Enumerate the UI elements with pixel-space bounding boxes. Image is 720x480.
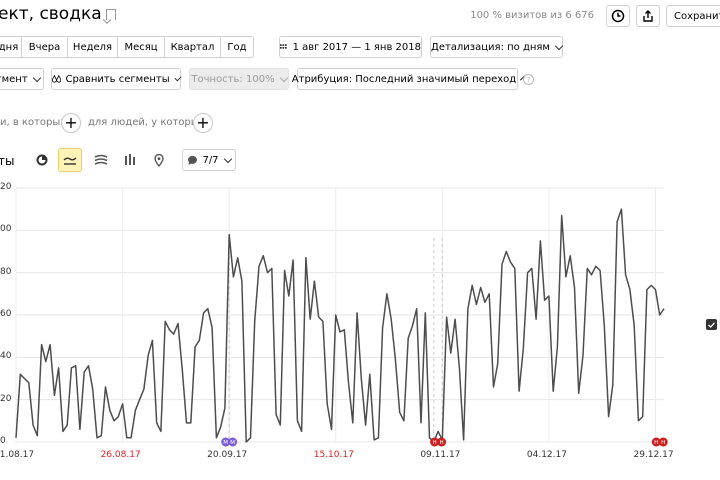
- annotation-marker-label: H: [439, 440, 443, 446]
- period-tab[interactable]: дня: [0, 36, 22, 58]
- annotation-marker[interactable]: H: [437, 437, 447, 447]
- x-tick-label: 15.10.17: [313, 450, 354, 460]
- segment-label: гмент: [0, 73, 28, 85]
- attribution-label: Атрибуция: Последний значимый переход: [291, 73, 517, 85]
- detail-dropdown[interactable]: Детализация: по дням: [430, 36, 564, 58]
- calendar-icon: [280, 44, 287, 49]
- y-tick-label: 60: [0, 309, 12, 319]
- chevron-down-icon: [32, 73, 41, 82]
- metrics-count: 7/7: [202, 154, 219, 166]
- chevron-down-icon: [554, 41, 564, 50]
- export-button[interactable]: [636, 5, 660, 27]
- annotation-marker-label: M: [230, 440, 235, 446]
- add-visit-filter-button[interactable]: +: [61, 113, 81, 133]
- attribution-dropdown[interactable]: Атрибуция: Последний значимый переход: [292, 68, 526, 90]
- map-chart-tab[interactable]: [147, 148, 171, 172]
- chevron-down-icon: [279, 73, 288, 82]
- accuracy-label: Точность: 100%: [191, 73, 275, 85]
- checkmark-icon: [708, 321, 715, 328]
- bar-chart-tab[interactable]: [118, 148, 142, 172]
- line-chart-tab[interactable]: [58, 148, 82, 172]
- chevron-down-icon: [223, 154, 232, 163]
- pie-chart-tab[interactable]: [30, 148, 54, 172]
- date-range-label: 1 авг 2017 — 1 янв 2018: [292, 41, 421, 53]
- add-people-filter-button[interactable]: +: [193, 113, 213, 133]
- detail-label: Детализация: по дням: [431, 41, 550, 53]
- history-button[interactable]: [606, 5, 630, 27]
- x-tick-label: 04.12.17: [526, 450, 567, 460]
- y-tick-label: 0: [0, 436, 6, 446]
- visits-line-chart: MMHHHH: [15, 187, 668, 447]
- y-tick-label: 20: [0, 182, 12, 192]
- compare-label: Сравнить сегменты: [65, 73, 170, 85]
- chart-title: ты: [0, 154, 15, 168]
- bar-chart-icon: [125, 154, 135, 165]
- series-checkbox[interactable]: [706, 319, 717, 330]
- period-tab[interactable]: Вчера: [22, 36, 68, 58]
- period-tab[interactable]: Год: [221, 36, 254, 58]
- period-tab[interactable]: Квартал: [165, 36, 221, 58]
- chevron-down-icon: [174, 73, 182, 82]
- x-tick-label: 01.08.17: [0, 450, 35, 460]
- clock-icon: [611, 9, 625, 23]
- filter-visits-text: и, в которых: [0, 117, 67, 128]
- line-chart-icon: [63, 157, 77, 165]
- segments-icon: [52, 74, 62, 83]
- area-chart-tab[interactable]: [89, 148, 113, 172]
- x-tick-label: 09.11.17: [420, 450, 461, 460]
- filter-people-text: для людей, у которых: [88, 117, 205, 128]
- period-tab[interactable]: Неделя: [68, 36, 118, 58]
- area-chart-icon: [94, 154, 108, 165]
- compare-segments-dropdown[interactable]: Сравнить сегменты: [51, 68, 182, 90]
- page-title: ект, сводка: [0, 4, 102, 24]
- visits-summary: 100 % визитов из 6 676: [470, 10, 594, 21]
- date-range-button[interactable]: 1 авг 2017 — 1 янв 2018: [279, 36, 422, 58]
- y-tick-label: 40: [0, 351, 12, 362]
- annotation-marker-label: H: [432, 440, 436, 446]
- y-tick-label: 20: [0, 393, 12, 404]
- annotation-marker[interactable]: M: [228, 437, 238, 447]
- x-tick-label: 26.08.17: [100, 450, 141, 460]
- map-pin-icon: [154, 153, 164, 167]
- period-tab[interactable]: Месяц: [118, 36, 165, 58]
- annotation-marker-label: H: [654, 440, 658, 446]
- annotation-marker-label: H: [661, 440, 665, 446]
- y-tick-label: 00: [0, 224, 12, 235]
- annotation-marker-label: M: [223, 440, 228, 446]
- pie-chart-icon: [36, 154, 48, 166]
- bookmark-icon[interactable]: [106, 9, 116, 20]
- accuracy-dropdown[interactable]: Точность: 100%: [189, 68, 289, 90]
- metrics-dropdown[interactable]: 7/7: [182, 149, 236, 171]
- save-button[interactable]: Сохранить: [666, 5, 720, 27]
- x-tick-label: 20.09.17: [207, 450, 248, 460]
- help-icon[interactable]: ?: [523, 74, 534, 85]
- visits-series-line: [15, 208, 665, 443]
- y-tick-label: 80: [0, 266, 12, 277]
- share-icon: [643, 10, 653, 22]
- x-tick-label: 29.12.17: [633, 450, 674, 460]
- comment-icon: [188, 155, 198, 165]
- annotation-marker[interactable]: H: [658, 437, 668, 447]
- segment-dropdown[interactable]: гмент: [0, 68, 44, 90]
